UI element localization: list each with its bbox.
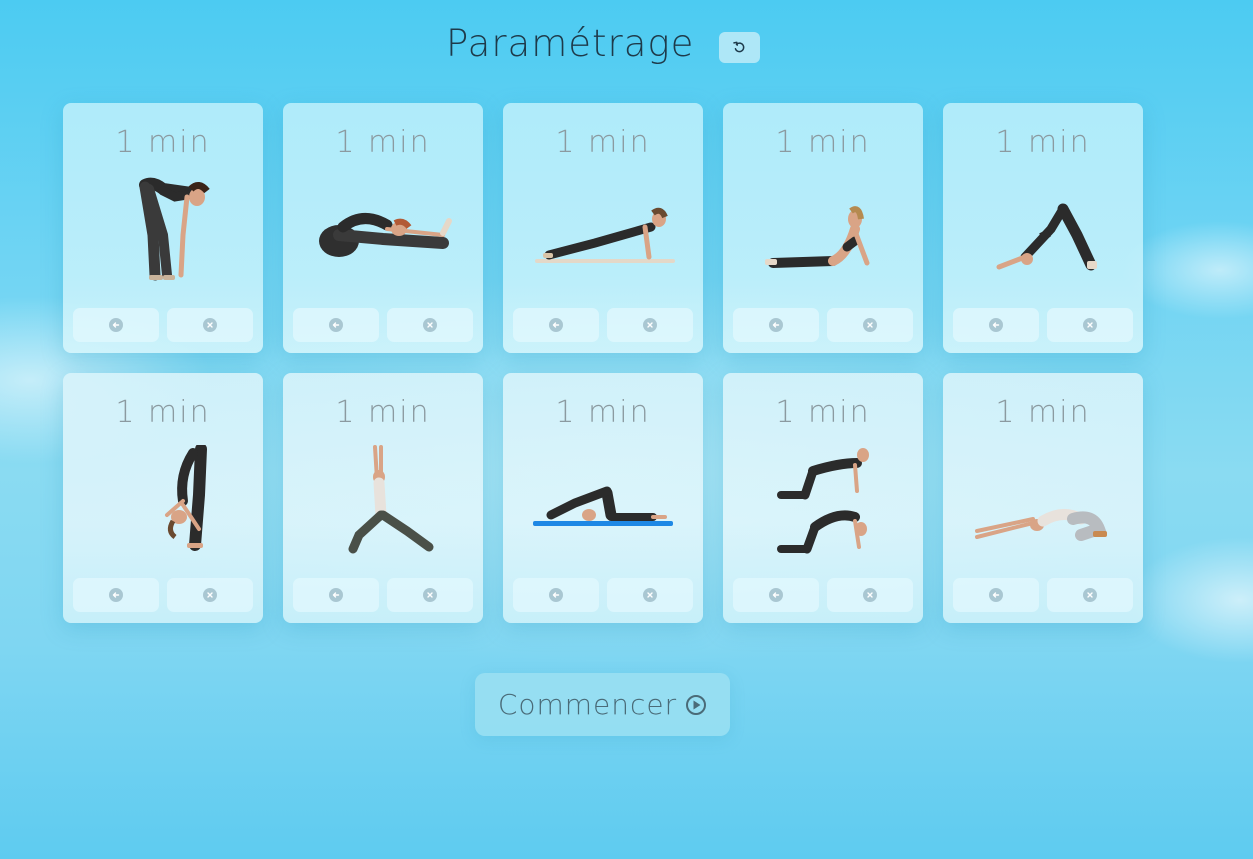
remove-button[interactable] [827, 578, 913, 612]
arrow-left-circle-icon [989, 318, 1003, 332]
arrow-left-circle-icon [329, 318, 343, 332]
plank-figure [535, 207, 675, 263]
duration-label: 1 min [115, 395, 211, 430]
exercise-card: 1 min [503, 373, 703, 623]
close-circle-icon [863, 318, 877, 332]
duration-label: 1 min [335, 395, 431, 430]
exercise-card: 1 min [723, 103, 923, 353]
move-left-button[interactable] [73, 578, 159, 612]
remove-button[interactable] [607, 578, 693, 612]
move-left-button[interactable] [293, 308, 379, 342]
move-left-button[interactable] [513, 308, 599, 342]
duration-label: 1 min [335, 125, 431, 160]
arrow-left-circle-icon [329, 588, 343, 602]
close-circle-icon [203, 318, 217, 332]
remove-button[interactable] [387, 308, 473, 342]
downward-dog-figure [996, 203, 1097, 271]
duration-label: 1 min [775, 125, 871, 160]
close-circle-icon [643, 318, 657, 332]
start-label: Commencer [497, 688, 678, 721]
standing-forward-bend-figure [139, 177, 210, 281]
close-circle-icon [863, 588, 877, 602]
move-left-button[interactable] [733, 308, 819, 342]
close-circle-icon [643, 588, 657, 602]
undo-icon [733, 41, 745, 53]
start-button[interactable]: Commencer [475, 673, 730, 736]
exercise-card: 1 min [63, 373, 263, 623]
exercise-card: 1 min [943, 373, 1143, 623]
exercise-card: 1 min [63, 103, 263, 353]
exercise-card: 1 min [283, 373, 483, 623]
cobra-figure [765, 206, 870, 268]
header: Paramétrage [0, 22, 1253, 72]
remove-button[interactable] [607, 308, 693, 342]
exercise-card: 1 min [503, 103, 703, 353]
arrow-left-circle-icon [549, 588, 563, 602]
close-circle-icon [1083, 318, 1097, 332]
crescent-lunge-figure [348, 445, 434, 554]
remove-button[interactable] [167, 578, 253, 612]
arrow-left-circle-icon [109, 318, 123, 332]
move-left-button[interactable] [733, 578, 819, 612]
move-left-button[interactable] [513, 578, 599, 612]
remove-button[interactable] [1047, 578, 1133, 612]
duration-label: 1 min [555, 125, 651, 160]
reset-button[interactable] [719, 32, 760, 63]
remove-button[interactable] [1047, 308, 1133, 342]
play-circle-icon [686, 694, 707, 715]
duration-label: 1 min [775, 395, 871, 430]
cat-cow-figure [777, 448, 869, 554]
arrow-left-circle-icon [989, 588, 1003, 602]
exercise-grid: 1 min 1 min 1 min 1 min 1 min 1 min 1 mi… [63, 103, 1143, 623]
duration-label: 1 min [995, 395, 1091, 430]
arrow-left-circle-icon [109, 588, 123, 602]
arrow-left-circle-icon [549, 318, 563, 332]
exercise-card: 1 min [723, 373, 923, 623]
close-circle-icon [1083, 588, 1097, 602]
remove-button[interactable] [827, 308, 913, 342]
duration-label: 1 min [115, 125, 211, 160]
exercise-card: 1 min [283, 103, 483, 353]
arrow-left-circle-icon [769, 318, 783, 332]
remove-button[interactable] [387, 578, 473, 612]
move-left-button[interactable] [953, 578, 1039, 612]
close-circle-icon [203, 588, 217, 602]
page-title: Paramétrage [446, 22, 695, 65]
deep-forward-fold-figure [165, 445, 207, 551]
duration-label: 1 min [555, 395, 651, 430]
duration-label: 1 min [995, 125, 1091, 160]
close-circle-icon [423, 318, 437, 332]
move-left-button[interactable] [293, 578, 379, 612]
seated-forward-bend-figure [319, 213, 452, 257]
move-left-button[interactable] [953, 308, 1039, 342]
move-left-button[interactable] [73, 308, 159, 342]
arrow-left-circle-icon [769, 588, 783, 602]
plow-figure [533, 486, 673, 526]
exercise-card: 1 min [943, 103, 1143, 353]
remove-button[interactable] [167, 308, 253, 342]
close-circle-icon [423, 588, 437, 602]
child-pose-figure [975, 509, 1107, 541]
